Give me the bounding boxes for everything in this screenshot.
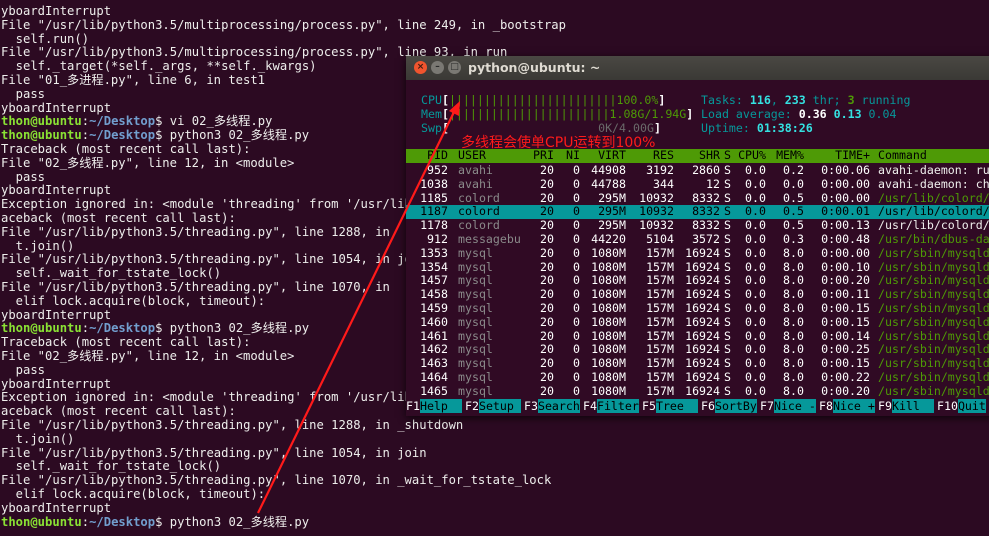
annotation-text: 多线程会使单CPU运转到100%: [461, 135, 656, 151]
red-arrow-annotation: [257, 101, 460, 514]
